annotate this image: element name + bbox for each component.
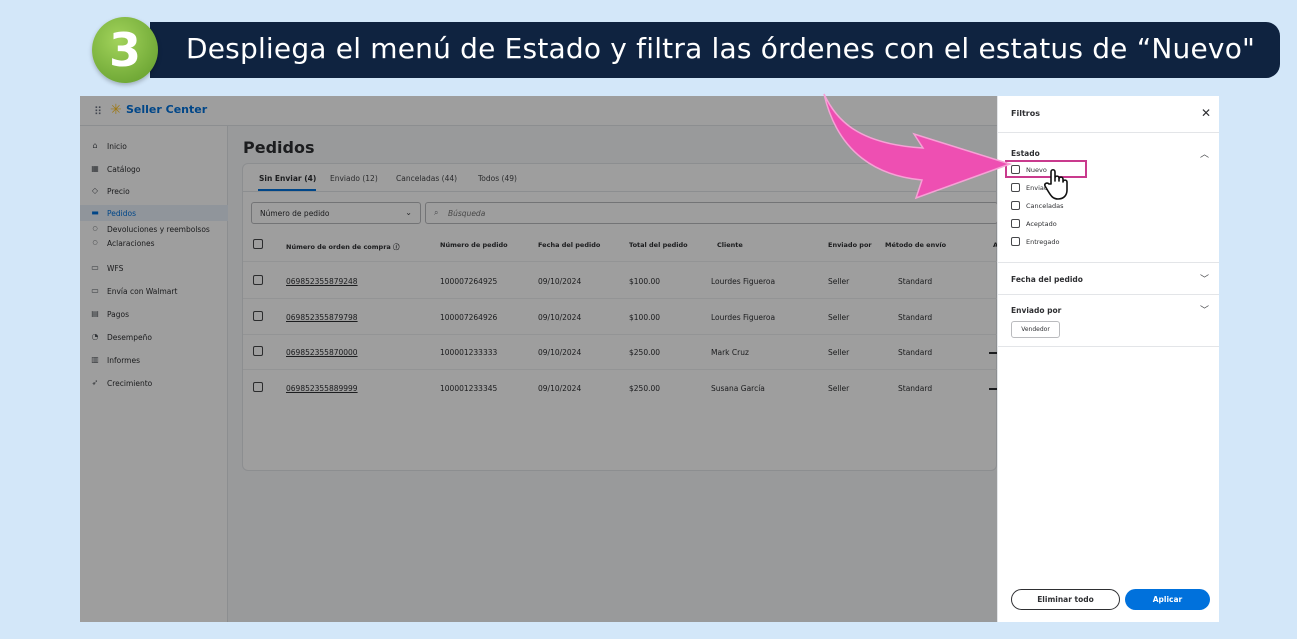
pointer-arrow-icon	[823, 93, 1013, 200]
step-number-badge: 3	[92, 17, 158, 83]
chevron-down-icon[interactable]: ﹀	[1200, 272, 1209, 285]
option-label: Aceptado	[1026, 220, 1057, 228]
chevron-down-icon[interactable]: ﹀	[1200, 303, 1209, 316]
divider	[998, 346, 1219, 347]
option-label: Entregado	[1026, 238, 1060, 246]
divider	[998, 294, 1219, 295]
entregado-checkbox[interactable]	[1011, 237, 1020, 246]
chevron-up-icon[interactable]: ︿	[1200, 147, 1209, 160]
canceladas-checkbox[interactable]	[1011, 201, 1020, 210]
clear-all-button[interactable]: Eliminar todo	[1011, 589, 1120, 610]
close-icon[interactable]: ✕	[1201, 106, 1211, 120]
vendedor-chip[interactable]: Vendedor	[1011, 321, 1060, 338]
enviado-por-section-title[interactable]: Enviado por	[1011, 306, 1061, 315]
instruction-text: Despliega el menú de Estado y filtra las…	[186, 32, 1256, 65]
aceptado-checkbox[interactable]	[1011, 219, 1020, 228]
option-label: Canceladas	[1026, 202, 1064, 210]
divider	[998, 262, 1219, 263]
apply-button[interactable]: Aplicar	[1125, 589, 1210, 610]
divider	[998, 132, 1219, 133]
fecha-section-title[interactable]: Fecha del pedido	[1011, 275, 1083, 284]
instruction-banner: Despliega el menú de Estado y filtra las…	[150, 22, 1280, 78]
hand-cursor-icon	[1044, 168, 1068, 200]
filters-panel: Filtros ✕ Estado ︿ Nuevo Enviado Cancela…	[997, 96, 1219, 622]
